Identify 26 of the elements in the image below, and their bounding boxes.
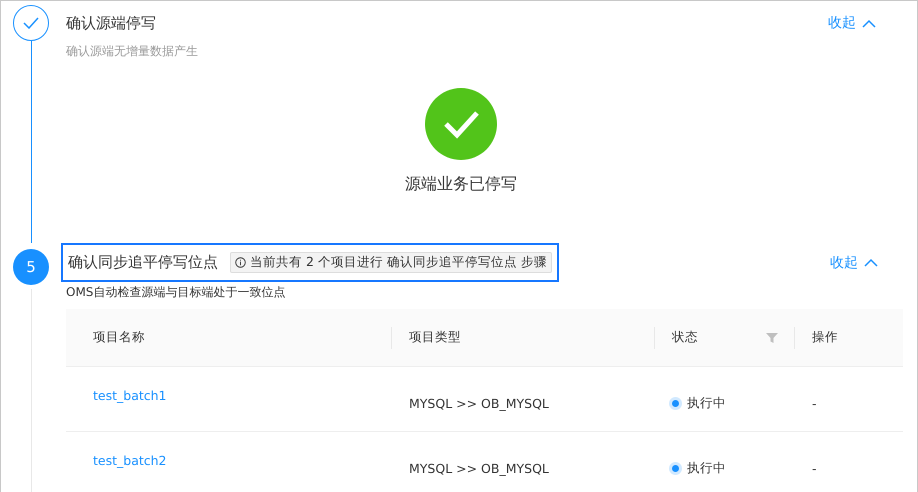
table-cell: MYSQL >> OB_MYSQL: [409, 460, 549, 476]
step-number: 5: [13, 249, 49, 285]
status-text: 执行中: [687, 394, 726, 412]
column-header: 操作: [812, 329, 838, 346]
project-link[interactable]: test_batch2: [93, 452, 166, 468]
project-link[interactable]: test_batch1: [93, 388, 166, 402]
step-title: 确认源端停写: [66, 14, 156, 32]
step-description: OMS自动检查源端与目标端处于一致位点: [66, 284, 286, 301]
step-title: 确认同步追平停写位点: [68, 253, 218, 272]
success-icon: [425, 88, 497, 160]
collapse-link[interactable]: 收起: [828, 14, 876, 32]
chevron-up-icon: [864, 258, 878, 267]
column-header: 状态: [672, 329, 698, 346]
column-header: 项目类型: [409, 329, 461, 346]
table-cell: -: [812, 396, 817, 410]
table-cell: -: [812, 460, 817, 476]
step-description: 确认源端无增量数据产生: [66, 43, 199, 60]
filter-icon[interactable]: [766, 332, 778, 344]
info-icon: [235, 257, 246, 268]
column-header: 项目名称: [93, 329, 145, 346]
result-message: 源端业务已停写: [405, 174, 517, 195]
status-text: 执行中: [687, 460, 726, 476]
notice-text: 当前共有 2 个项目进行 确认同步追平停写位点 步骤: [250, 254, 547, 271]
table-cell: MYSQL >> OB_MYSQL: [409, 396, 549, 410]
chevron-up-icon: [862, 18, 876, 28]
collapse-link[interactable]: 收起: [830, 254, 878, 272]
